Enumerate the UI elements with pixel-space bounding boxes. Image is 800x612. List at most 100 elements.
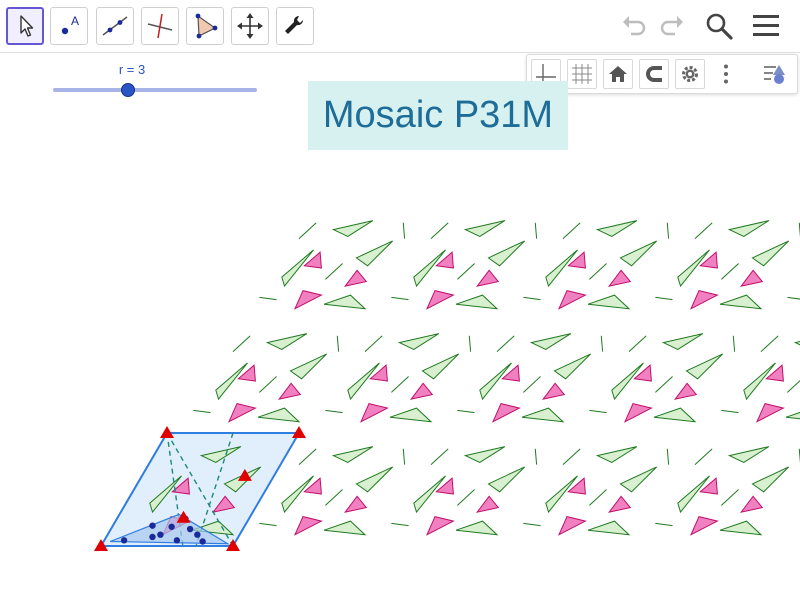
green-stroke [655,522,673,527]
green-stroke [562,448,581,466]
green-stroke [193,409,211,414]
pink-tile [689,516,719,536]
green-tile [455,294,499,310]
green-stroke [666,448,670,465]
green-tile [785,411,800,420]
green-tile [587,520,631,536]
pink-tile [541,382,566,400]
pink-tile [227,403,257,423]
pink-tile [369,364,388,382]
green-tile [355,466,394,493]
green-stroke [787,296,800,300]
pink-tile [739,495,764,513]
mosaic-canvas[interactable] [0,0,800,612]
pink-tile [755,403,785,423]
green-tile [215,362,248,401]
green-stroke [523,376,541,393]
green-tile [661,333,704,350]
green-tile [463,446,506,463]
green-stroke [694,448,713,466]
pink-tile [699,477,718,495]
green-stroke [694,222,713,240]
pink-tile [633,364,652,382]
green-tile [413,249,446,288]
green-tile [413,475,446,514]
pink-tile [237,364,256,382]
pink-tile [739,269,764,287]
green-stroke [534,448,538,465]
green-stroke [655,296,673,301]
green-tile [727,446,770,463]
pink-tile [293,290,323,310]
green-stroke [760,335,779,353]
pink-tile [303,251,322,269]
green-tile [611,362,644,401]
green-tile [281,249,314,288]
green-tile [793,341,800,346]
green-stroke [325,489,343,506]
green-tile [463,220,506,237]
green-tile [355,240,394,267]
green-stroke [259,376,277,393]
point [168,523,175,530]
pink-tile [303,477,322,495]
pink-tile [765,364,784,382]
green-stroke [325,263,343,280]
pink-tile [343,495,368,513]
pink-tile [607,495,632,513]
green-stroke [232,335,251,353]
green-stroke [721,263,739,280]
green-tile [529,333,572,350]
green-stroke [523,522,541,527]
green-tile [595,446,638,463]
green-tile [487,240,526,267]
point [173,537,181,544]
green-tile [595,220,638,237]
pink-tile [557,290,587,310]
green-stroke [589,263,607,280]
green-tile [347,362,380,401]
green-tile [677,475,710,514]
green-tile [587,294,631,310]
green-stroke [259,522,277,527]
green-stroke [666,222,670,239]
green-tile [751,466,790,493]
green-stroke [391,522,409,527]
green-stroke [457,409,475,414]
green-tile [257,407,301,423]
pink-tile [501,364,520,382]
green-stroke [523,296,541,301]
green-stroke [391,376,409,393]
pink-tile [689,290,719,310]
green-stroke [732,335,736,352]
green-tile [289,353,328,380]
green-stroke [391,296,409,301]
pink-tile [623,403,653,423]
pink-tile [475,495,500,513]
green-stroke [589,409,607,414]
green-tile [389,407,433,423]
green-stroke [402,448,406,465]
point [149,522,156,529]
pink-tile [567,251,586,269]
green-tile [323,520,367,536]
green-tile [421,353,460,380]
green-tile [479,362,512,401]
green-tile [281,475,314,514]
green-stroke [655,376,673,393]
green-tile [331,446,374,463]
green-stroke [496,335,515,353]
green-stroke [562,222,581,240]
green-tile [553,353,592,380]
green-stroke [721,409,739,414]
green-tile [397,333,440,350]
pink-tile [475,269,500,287]
green-stroke [721,489,739,506]
pink-tile [409,382,434,400]
green-tile [727,220,770,237]
green-tile [487,466,526,493]
point [120,537,128,544]
pink-tile [277,382,302,400]
green-stroke [430,222,449,240]
point [149,533,156,541]
